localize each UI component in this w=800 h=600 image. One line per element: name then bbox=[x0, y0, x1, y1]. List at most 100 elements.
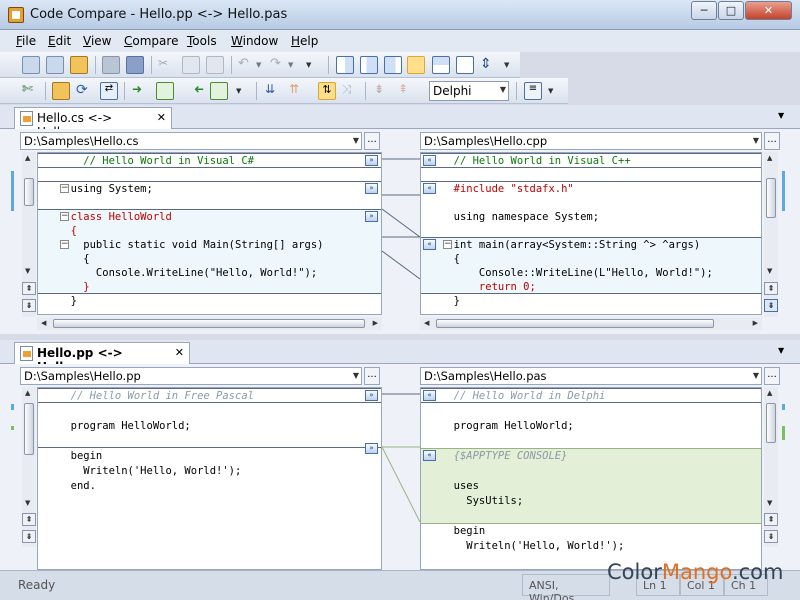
browse-left-button[interactable]: ... bbox=[364, 132, 380, 150]
prev-change-icon[interactable]: ⇞ bbox=[764, 282, 778, 295]
copy-to-right-icon[interactable]: » bbox=[365, 155, 378, 166]
show-differences-icon[interactable]: ⇅ bbox=[318, 82, 336, 100]
previous-difference-icon[interactable]: ⇈ bbox=[289, 82, 307, 100]
horizontal-layout-icon[interactable] bbox=[407, 56, 425, 74]
tab-list-icon[interactable]: ▼ bbox=[778, 111, 784, 120]
copy-to-right-icon[interactable]: » bbox=[365, 211, 378, 222]
minimize-button[interactable]: ─ bbox=[691, 1, 717, 20]
right-path-field[interactable]: D:\Samples\Hello.pas ▼ bbox=[420, 367, 762, 385]
tab-close-icon[interactable]: ✕ bbox=[175, 346, 184, 359]
right-vertical-scrollbar[interactable]: ▲ ▼ ⇞ ⇟ bbox=[764, 152, 778, 317]
menu-file[interactable]: File bbox=[16, 34, 36, 48]
scroll-down-icon[interactable]: ▼ bbox=[25, 499, 30, 507]
tab-close-icon[interactable]: ✕ bbox=[157, 111, 166, 124]
left-vertical-scrollbar[interactable]: ▲ ▼ ⇞ ⇟ bbox=[22, 387, 36, 547]
paste-icon[interactable] bbox=[206, 56, 224, 74]
browse-left-button[interactable]: ... bbox=[364, 367, 380, 385]
swap-icon[interactable]: ⇄ bbox=[100, 82, 118, 100]
right-code-editor[interactable]: // Hello World in Delphi program HelloWo… bbox=[420, 387, 762, 570]
align-icon[interactable]: ⇕ bbox=[480, 56, 498, 74]
prev-change-icon[interactable]: ⇞ bbox=[764, 513, 778, 526]
conflict-next-icon[interactable]: ⇟ bbox=[374, 82, 392, 100]
copy-icon[interactable] bbox=[182, 56, 200, 74]
scroll-up-icon[interactable]: ▲ bbox=[767, 389, 772, 397]
new-comparison-icon[interactable] bbox=[22, 56, 40, 74]
tab-hello-pp-pas[interactable]: Hello.pp <-> Hello.pas ✕ bbox=[14, 342, 190, 374]
encoding-status[interactable]: ANSI, Win/Dos bbox=[522, 574, 610, 600]
browse-right-button[interactable]: ... bbox=[764, 132, 780, 150]
toolbar-overflow-icon[interactable]: ▼ bbox=[504, 61, 522, 79]
open-folder-comparison-icon[interactable] bbox=[46, 56, 64, 74]
copy-to-left-icon[interactable]: « bbox=[423, 239, 436, 250]
menu-window[interactable]: Window bbox=[231, 34, 278, 48]
cut-icon[interactable]: ✂ bbox=[158, 56, 176, 74]
copy-to-right-icon[interactable]: ➜ bbox=[132, 82, 150, 100]
vertical-layout-icon[interactable] bbox=[432, 56, 450, 74]
fold-toggle-icon[interactable]: − bbox=[443, 240, 452, 249]
merge-icon[interactable]: ⤨ bbox=[342, 82, 360, 100]
scrollbar-thumb[interactable] bbox=[436, 319, 714, 328]
redo-dropdown-icon[interactable]: ▼ bbox=[288, 61, 306, 79]
next-change-icon[interactable]: ⇟ bbox=[764, 530, 778, 543]
compare-icon[interactable]: ✄ bbox=[22, 82, 40, 100]
scrollbar-thumb[interactable] bbox=[53, 319, 365, 328]
save-all-icon[interactable] bbox=[126, 56, 144, 74]
copy-all-to-right-icon[interactable] bbox=[156, 82, 174, 100]
menu-edit[interactable]: Edit bbox=[48, 34, 71, 48]
scroll-down-icon[interactable]: ▼ bbox=[767, 267, 772, 275]
menu-compare[interactable]: Compare bbox=[124, 34, 178, 48]
scroll-right-icon[interactable]: ▶ bbox=[373, 319, 378, 327]
redo-icon[interactable]: ↷ bbox=[270, 56, 288, 74]
copy-to-right-icon[interactable]: » bbox=[365, 390, 378, 401]
copy-to-right-icon[interactable]: » bbox=[365, 443, 378, 454]
scrollbar-thumb[interactable] bbox=[766, 178, 776, 218]
open-folder-icon[interactable] bbox=[70, 56, 88, 74]
scroll-left-icon[interactable]: ◀ bbox=[41, 319, 46, 327]
scroll-down-icon[interactable]: ▼ bbox=[25, 267, 30, 275]
fold-toggle-icon[interactable]: − bbox=[60, 184, 69, 193]
copy-to-left-icon[interactable]: « bbox=[423, 155, 436, 166]
three-pane-layout-icon[interactable] bbox=[360, 56, 378, 74]
fold-toggle-icon[interactable]: − bbox=[60, 240, 69, 249]
right-path-field[interactable]: D:\Samples\Hello.cpp ▼ bbox=[420, 132, 762, 150]
browse-right-button[interactable]: ... bbox=[764, 367, 780, 385]
refresh-icon[interactable]: ⟳ bbox=[76, 82, 94, 100]
right-vertical-scrollbar[interactable]: ▲ ▼ ⇞ ⇟ bbox=[764, 387, 778, 547]
copy-to-left-icon[interactable]: « bbox=[423, 450, 436, 461]
save-icon[interactable] bbox=[102, 56, 120, 74]
copy-to-right-icon[interactable]: » bbox=[365, 183, 378, 194]
copy-to-left-icon[interactable]: ➜ bbox=[186, 82, 204, 100]
next-change-icon[interactable]: ⇟ bbox=[764, 299, 778, 312]
two-pane-layout-icon[interactable] bbox=[336, 56, 354, 74]
toolbar-overflow-icon[interactable]: ▼ bbox=[548, 87, 566, 105]
scroll-up-icon[interactable]: ▲ bbox=[25, 389, 30, 397]
tab-hello-cs-cpp[interactable]: Hello.cs <-> Hello.cpp ✕ bbox=[14, 107, 172, 139]
prev-change-icon[interactable]: ⇞ bbox=[22, 513, 36, 526]
format-icon[interactable]: ≡ bbox=[524, 82, 542, 100]
next-change-icon[interactable]: ⇟ bbox=[22, 299, 36, 312]
undo-icon[interactable]: ↶ bbox=[238, 56, 256, 74]
copy-to-left-icon[interactable]: « bbox=[423, 390, 436, 401]
scroll-right-icon[interactable]: ▶ bbox=[753, 319, 758, 327]
scrollbar-thumb[interactable] bbox=[24, 178, 34, 206]
right-code-editor[interactable]: // Hello World in Visual C++ #include "s… bbox=[420, 152, 762, 315]
prev-change-icon[interactable]: ⇞ bbox=[22, 282, 36, 295]
left-vertical-scrollbar[interactable]: ▲ ▼ ⇞ ⇟ bbox=[22, 152, 36, 317]
left-code-editor[interactable]: // Hello World in Visual C# using System… bbox=[37, 152, 382, 315]
tab-list-icon[interactable]: ▼ bbox=[778, 346, 784, 355]
menu-view[interactable]: View bbox=[83, 34, 111, 48]
scroll-left-icon[interactable]: ◀ bbox=[424, 319, 429, 327]
maximize-button[interactable]: □ bbox=[718, 1, 744, 20]
right-horizontal-scrollbar[interactable]: ◀ ▶ bbox=[420, 317, 762, 330]
scrollbar-thumb[interactable] bbox=[24, 403, 34, 455]
fold-toggle-icon[interactable]: − bbox=[60, 212, 69, 221]
scroll-up-icon[interactable]: ▲ bbox=[25, 154, 30, 162]
scroll-up-icon[interactable]: ▲ bbox=[767, 154, 772, 162]
left-code-editor[interactable]: // Hello World in Free Pascal program He… bbox=[37, 387, 382, 570]
toolbar-overflow-icon[interactable]: ▼ bbox=[236, 87, 254, 105]
toolbar-overflow-icon[interactable]: ▼ bbox=[306, 61, 324, 79]
left-path-field[interactable]: D:\Samples\Hello.pp ▼ bbox=[20, 367, 362, 385]
single-pane-icon[interactable] bbox=[456, 56, 474, 74]
options-icon[interactable] bbox=[52, 82, 70, 100]
copy-to-left-icon[interactable]: « bbox=[423, 183, 436, 194]
